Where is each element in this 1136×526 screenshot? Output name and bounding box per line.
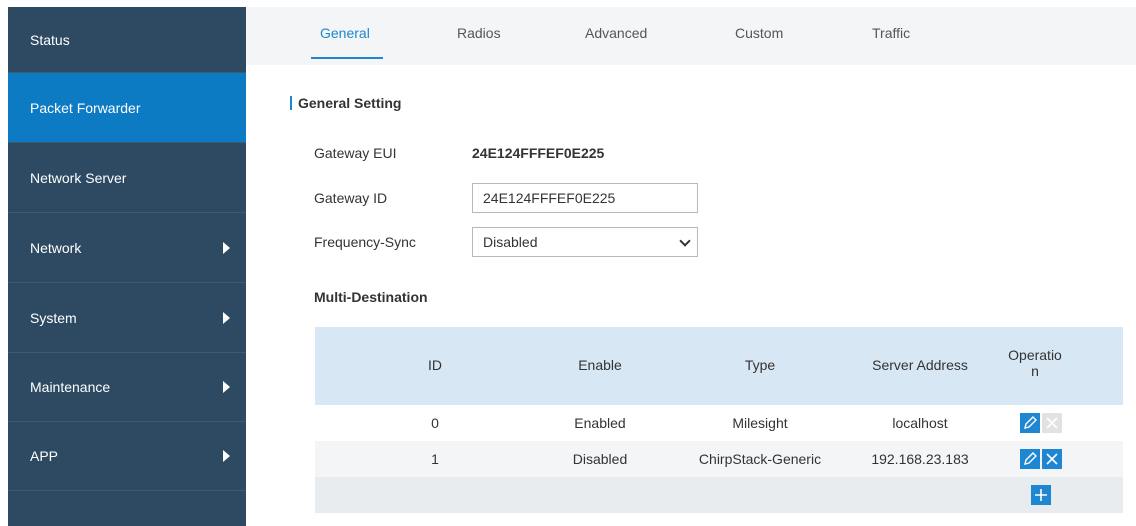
- table-row: 0 Enabled Milesight localhost: [315, 405, 1123, 441]
- multi-destination-title: Multi-Destination: [314, 289, 428, 305]
- tab-bar: General Radios Advanced Custom Traffic: [246, 7, 1136, 65]
- frequency-sync-label: Frequency-Sync: [314, 234, 416, 250]
- main-content: General Setting Gateway EUI 24E124FFFEF0…: [246, 65, 1136, 526]
- tab-custom[interactable]: Custom: [735, 25, 783, 41]
- section-marker: [290, 96, 292, 110]
- close-icon: [1046, 417, 1058, 429]
- add-destination-button[interactable]: [1031, 485, 1051, 505]
- sidebar-item-packet-forwarder[interactable]: Packet Forwarder: [8, 73, 246, 143]
- sidebar-item-status[interactable]: Status: [8, 7, 246, 73]
- sidebar-item-label: System: [30, 309, 77, 326]
- gateway-eui-label: Gateway EUI: [314, 145, 397, 161]
- frequency-sync-select[interactable]: Disabled: [472, 227, 698, 257]
- row-type: ChirpStack-Generic: [698, 451, 822, 467]
- col-id: ID: [428, 357, 442, 373]
- row-server: localhost: [892, 415, 948, 431]
- edit-button[interactable]: [1020, 449, 1040, 469]
- sidebar-item-label: APP: [30, 448, 59, 464]
- row-enable: Enabled: [574, 415, 626, 431]
- pencil-icon: [1024, 452, 1037, 465]
- frequency-sync-value: Disabled: [483, 234, 538, 250]
- sidebar: Status Packet Forwarder Network Server N…: [8, 7, 246, 526]
- table-add-row: [315, 477, 1123, 513]
- close-icon: [1046, 453, 1058, 465]
- row-server: 192.168.23.183: [871, 451, 969, 467]
- chevron-down-icon: [679, 235, 691, 247]
- row-id: 0: [431, 415, 439, 431]
- table-row: 1 Disabled ChirpStack-Generic 192.168.23…: [315, 441, 1123, 477]
- col-server-address: Server Address: [872, 357, 968, 373]
- gateway-eui-value: 24E124FFFEF0E225: [472, 145, 605, 161]
- row-enable: Disabled: [572, 451, 628, 467]
- sidebar-item-network-server[interactable]: Network Server: [8, 143, 246, 213]
- col-operation-line1: Operatio: [1008, 347, 1062, 363]
- tab-advanced[interactable]: Advanced: [585, 25, 647, 41]
- row-type: Milesight: [732, 415, 788, 431]
- sidebar-item-maintenance[interactable]: Maintenance: [8, 353, 246, 422]
- tab-general[interactable]: General: [320, 25, 370, 41]
- chevron-right-icon: [223, 450, 230, 462]
- gateway-id-value: 24E124FFFEF0E225: [483, 190, 616, 206]
- plus-icon: [1035, 489, 1047, 501]
- tab-radios[interactable]: Radios: [457, 25, 501, 41]
- sidebar-item-label: Packet Forwarder: [30, 99, 141, 116]
- tab-traffic[interactable]: Traffic: [872, 25, 910, 41]
- delete-button[interactable]: [1042, 449, 1062, 469]
- sidebar-item-label: Network: [30, 239, 82, 256]
- col-type: Type: [744, 357, 776, 373]
- delete-button[interactable]: [1042, 413, 1062, 433]
- chevron-right-icon: [223, 241, 230, 254]
- sidebar-item-label: Network Server: [30, 169, 127, 186]
- pencil-icon: [1024, 416, 1037, 429]
- active-tab-indicator: [311, 57, 383, 59]
- chevron-right-icon: [223, 381, 230, 393]
- col-operation: Operatio n: [1005, 347, 1065, 379]
- sidebar-item-system[interactable]: System: [8, 283, 246, 353]
- sidebar-item-network[interactable]: Network: [8, 213, 246, 283]
- col-enable: Enable: [578, 357, 622, 373]
- col-operation-line2: n: [1031, 363, 1039, 379]
- section-title: General Setting: [298, 95, 402, 111]
- row-id: 1: [431, 451, 439, 467]
- sidebar-item-app[interactable]: APP: [8, 422, 246, 491]
- edit-button[interactable]: [1020, 413, 1040, 433]
- table-header: ID Enable Type Server Address Operatio n: [315, 327, 1123, 405]
- gateway-id-input[interactable]: 24E124FFFEF0E225: [472, 183, 698, 213]
- sidebar-item-label: Maintenance: [30, 379, 111, 395]
- chevron-right-icon: [223, 311, 230, 324]
- sidebar-item-label: Status: [30, 31, 70, 48]
- gateway-id-label: Gateway ID: [314, 190, 388, 206]
